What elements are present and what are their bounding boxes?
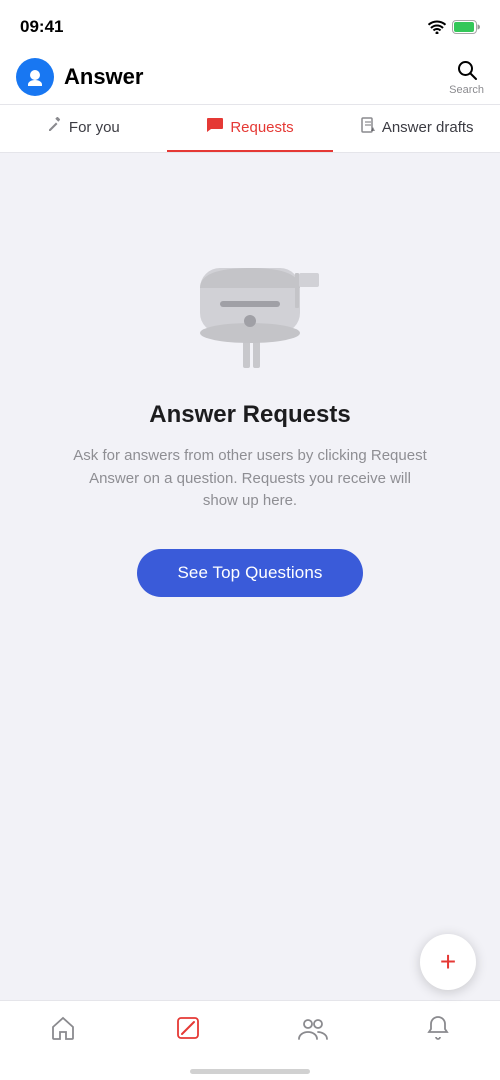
app-header: Answer Search: [0, 50, 500, 105]
status-time: 09:41: [20, 17, 63, 37]
status-icons: [428, 20, 480, 34]
fab-add-button[interactable]: +: [420, 934, 476, 990]
see-top-questions-button[interactable]: See Top Questions: [137, 549, 362, 597]
app-logo: [16, 58, 54, 96]
home-indicator: [190, 1069, 310, 1074]
app-name: Answer: [64, 64, 143, 90]
tab-for-you[interactable]: For you: [0, 105, 167, 152]
people-icon: [298, 1015, 328, 1041]
search-icon: [455, 58, 479, 82]
content-title: Answer Requests: [149, 401, 350, 429]
content-description: Ask for answers from other users by clic…: [70, 445, 430, 513]
document-icon: [360, 117, 376, 138]
battery-icon: [452, 20, 480, 34]
mailbox-illustration: [170, 213, 330, 373]
bottom-nav: [0, 1000, 500, 1080]
tab-for-you-label: For you: [69, 119, 120, 136]
home-icon: [50, 1015, 76, 1041]
main-content: Answer Requests Ask for answers from oth…: [0, 153, 500, 773]
tab-bar: For you Requests Answer drafts: [0, 105, 500, 153]
fab-plus-icon: +: [440, 946, 456, 978]
nav-home[interactable]: [0, 1011, 125, 1041]
header-left: Answer: [16, 58, 143, 96]
tab-requests-label: Requests: [230, 119, 293, 136]
tab-requests[interactable]: Requests: [167, 105, 334, 152]
search-button[interactable]: Search: [449, 58, 484, 96]
status-bar: 09:41: [0, 0, 500, 50]
tab-answer-drafts[interactable]: Answer drafts: [333, 105, 500, 152]
wifi-icon: [428, 20, 446, 34]
nav-notifications[interactable]: [375, 1011, 500, 1043]
nav-write[interactable]: [125, 1011, 250, 1041]
write-icon: [175, 1015, 201, 1041]
search-label: Search: [449, 84, 484, 96]
bell-icon: [425, 1015, 451, 1043]
tab-answer-drafts-label: Answer drafts: [382, 119, 474, 136]
pencil-icon: [47, 117, 63, 138]
nav-people[interactable]: [250, 1011, 375, 1041]
chat-icon: [206, 117, 224, 138]
